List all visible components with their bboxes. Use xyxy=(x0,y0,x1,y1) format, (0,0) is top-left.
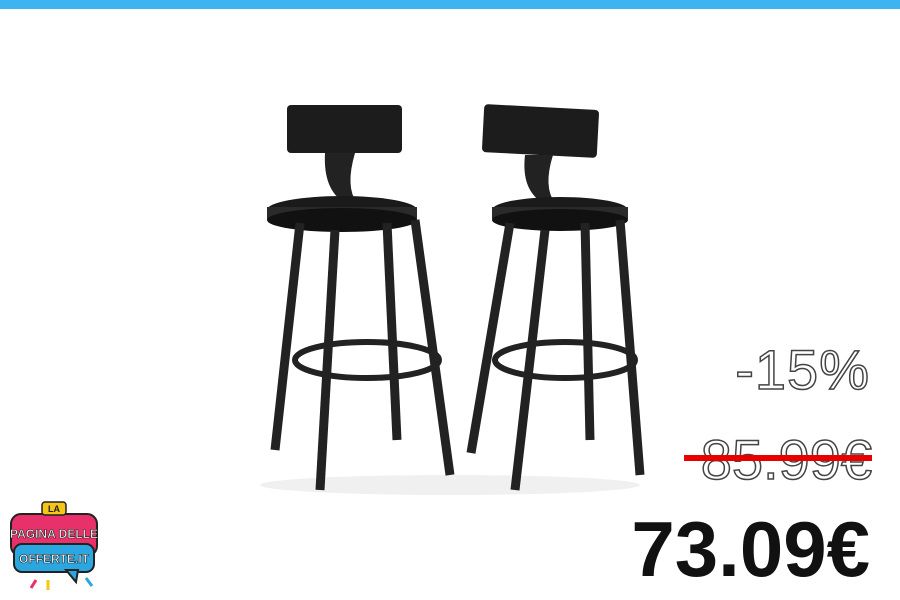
old-price-strikethrough xyxy=(684,455,872,461)
logo-line3: OFFERTE.IT xyxy=(19,552,90,566)
bar-stools-image xyxy=(260,104,645,495)
top-accent-bar xyxy=(0,0,900,9)
site-logo: LA PAGINA DELLE OFFERTE.IT xyxy=(10,501,98,590)
logo-line2: PAGINA DELLE xyxy=(10,527,98,541)
stool-right xyxy=(466,104,645,491)
stool-left xyxy=(267,105,455,491)
logo-line1: LA xyxy=(48,504,60,514)
product-offer-page: -15% 85.99€ 73.09€ LA PAGINA DELLE OFFER… xyxy=(0,0,900,600)
discount-label: -15% xyxy=(735,337,870,402)
current-price: 73.09€ xyxy=(631,505,870,593)
